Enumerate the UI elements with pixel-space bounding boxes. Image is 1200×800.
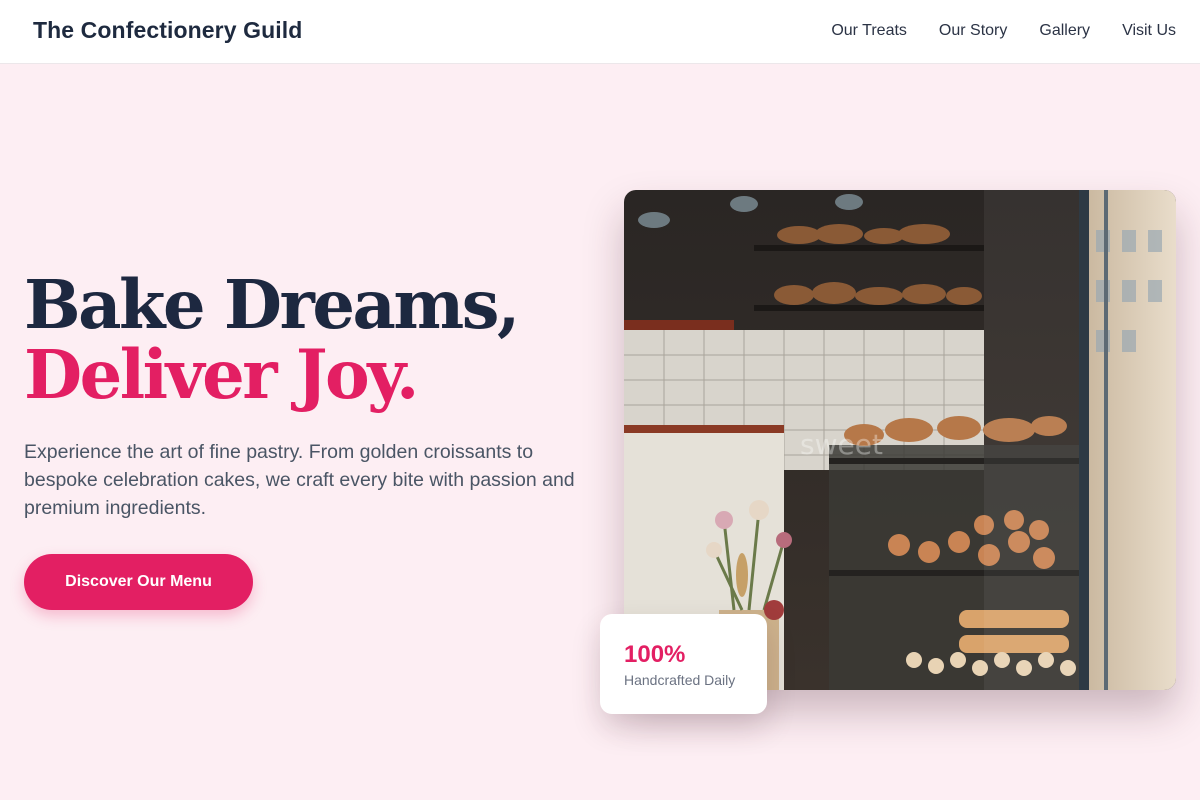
stat-label: Handcrafted Daily: [624, 672, 736, 688]
brand-logo-text[interactable]: The Confectionery Guild: [33, 17, 302, 44]
hero-title-line-1: Bake Dreams,: [24, 265, 520, 344]
hero-title-line-2: Deliver Joy.: [24, 335, 419, 414]
stat-value: 100%: [624, 641, 686, 668]
nav-link-our-story[interactable]: Our Story: [939, 22, 1007, 40]
nav-link-gallery[interactable]: Gallery: [1039, 22, 1090, 40]
hero-title: Bake Dreams, Deliver Joy.: [24, 265, 520, 414]
discover-menu-button[interactable]: Discover Our Menu: [24, 554, 253, 610]
nav-link-visit-us[interactable]: Visit Us: [1122, 22, 1176, 40]
main-nav: Our Treats Our Story Gallery Visit Us: [831, 22, 1176, 40]
nav-link-our-treats[interactable]: Our Treats: [831, 22, 907, 40]
hero-subtitle: Experience the art of fine pastry. From …: [24, 441, 575, 519]
stat-card: 100% Handcrafted Daily: [600, 614, 767, 714]
site-header: The Confectionery Guild Our Treats Our S…: [0, 0, 1200, 64]
window-lettering: sweet: [800, 428, 883, 461]
